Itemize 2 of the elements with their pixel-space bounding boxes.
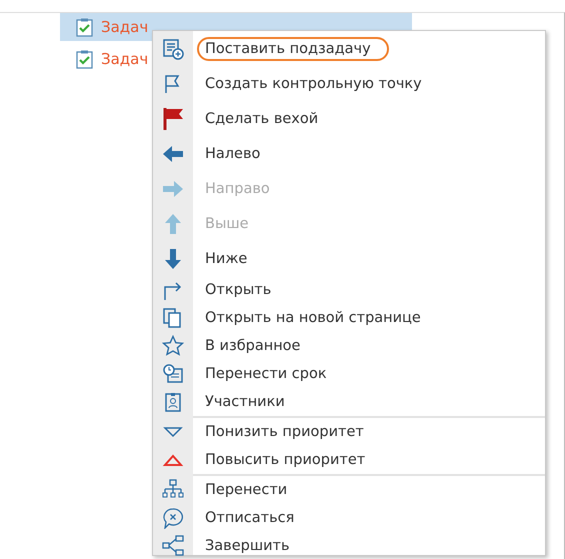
task-title: Задач <box>101 18 148 36</box>
task-title: Задач <box>101 50 148 68</box>
